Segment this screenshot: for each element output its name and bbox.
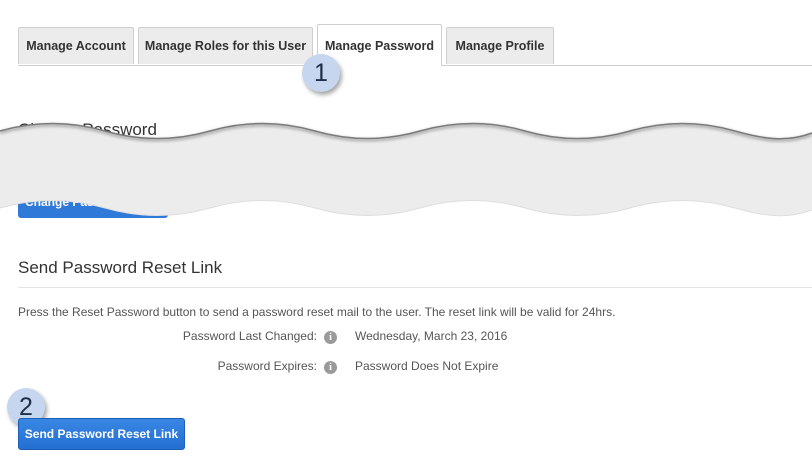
- tab-bar: Manage Account Manage Roles for this Use…: [18, 24, 812, 66]
- tab-manage-profile[interactable]: Manage Profile: [446, 27, 554, 64]
- password-last-changed-label: Password Last Changed:: [182, 329, 317, 343]
- section-divider: [18, 287, 812, 288]
- torn-edge-overlay: [0, 122, 812, 217]
- tab-manage-roles[interactable]: Manage Roles for this User: [138, 27, 313, 64]
- tab-manage-password[interactable]: Manage Password: [317, 24, 442, 66]
- reset-link-heading: Send Password Reset Link: [18, 258, 223, 277]
- password-last-changed-value: Wednesday, March 23, 2016: [355, 329, 508, 343]
- password-expires-value: Password Does Not Expire: [355, 359, 499, 373]
- reset-description: Press the Reset Password button to send …: [18, 305, 616, 319]
- info-icon[interactable]: i: [324, 331, 337, 344]
- info-icon[interactable]: i: [324, 361, 337, 374]
- tab-manage-account[interactable]: Manage Account: [18, 27, 134, 64]
- step-callout-1: 1: [302, 54, 340, 92]
- send-reset-link-button[interactable]: Send Password Reset Link: [18, 418, 185, 450]
- password-expires-label: Password Expires:: [217, 359, 317, 373]
